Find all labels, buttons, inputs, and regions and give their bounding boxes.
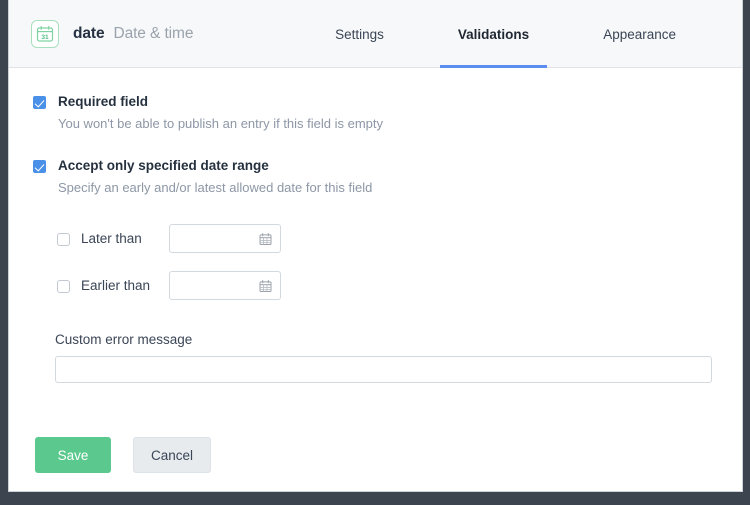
earlier-than-checkbox[interactable]	[57, 280, 70, 293]
later-than-row: Later than	[9, 224, 742, 253]
dialog-footer: Save Cancel	[9, 437, 211, 491]
later-than-date-input[interactable]	[169, 224, 281, 253]
tab-validations[interactable]: Validations	[439, 0, 548, 68]
custom-error-message-label: Custom error message	[55, 332, 193, 347]
date-range-controls: Later than Earlier than	[9, 224, 742, 300]
date-range-block: Accept only specified date range Specify…	[9, 158, 742, 196]
save-button[interactable]: Save	[35, 437, 111, 473]
required-field-row: Required field	[9, 94, 742, 110]
field-type-label: Date & time	[113, 24, 194, 42]
validations-panel: Required field You won't be able to publ…	[9, 68, 742, 491]
field-settings-dialog: 31 date Date & time Settings Validations…	[8, 0, 743, 492]
date-range-row: Accept only specified date range	[9, 158, 742, 174]
earlier-than-row: Earlier than	[9, 271, 742, 300]
required-field-description: You won't be able to publish an entry if…	[58, 116, 384, 131]
required-field-checkbox[interactable]	[33, 96, 46, 109]
earlier-than-label: Earlier than	[81, 278, 151, 293]
calendar-icon[interactable]	[259, 279, 272, 292]
dialog-header: 31 date Date & time Settings Validations…	[9, 0, 742, 68]
custom-error-message-group: Custom error message	[9, 332, 742, 383]
date-range-description: Specify an early and/or latest allowed d…	[58, 180, 373, 195]
cancel-button[interactable]: Cancel	[133, 437, 211, 473]
calendar-icon[interactable]	[259, 232, 272, 245]
tab-appearance[interactable]: Appearance	[585, 0, 694, 68]
calendar-icon-day: 31	[41, 33, 49, 40]
field-identity: 31 date Date & time	[9, 19, 194, 48]
later-than-checkbox[interactable]	[57, 233, 70, 246]
date-range-checkbox[interactable]	[33, 160, 46, 173]
tab-settings[interactable]: Settings	[317, 0, 402, 68]
required-field-block: Required field You won't be able to publ…	[9, 94, 742, 132]
date-range-label: Accept only specified date range	[58, 158, 269, 173]
required-field-label: Required field	[58, 94, 149, 109]
earlier-than-date-input[interactable]	[169, 271, 281, 300]
calendar-31-icon: 31	[31, 19, 59, 48]
field-name-label: date	[73, 24, 105, 42]
app-window: 31 date Date & time Settings Validations…	[0, 0, 750, 505]
dialog-tabs: Settings Validations Appearance	[317, 0, 742, 68]
later-than-label: Later than	[81, 231, 142, 246]
custom-error-message-input[interactable]	[55, 356, 712, 383]
